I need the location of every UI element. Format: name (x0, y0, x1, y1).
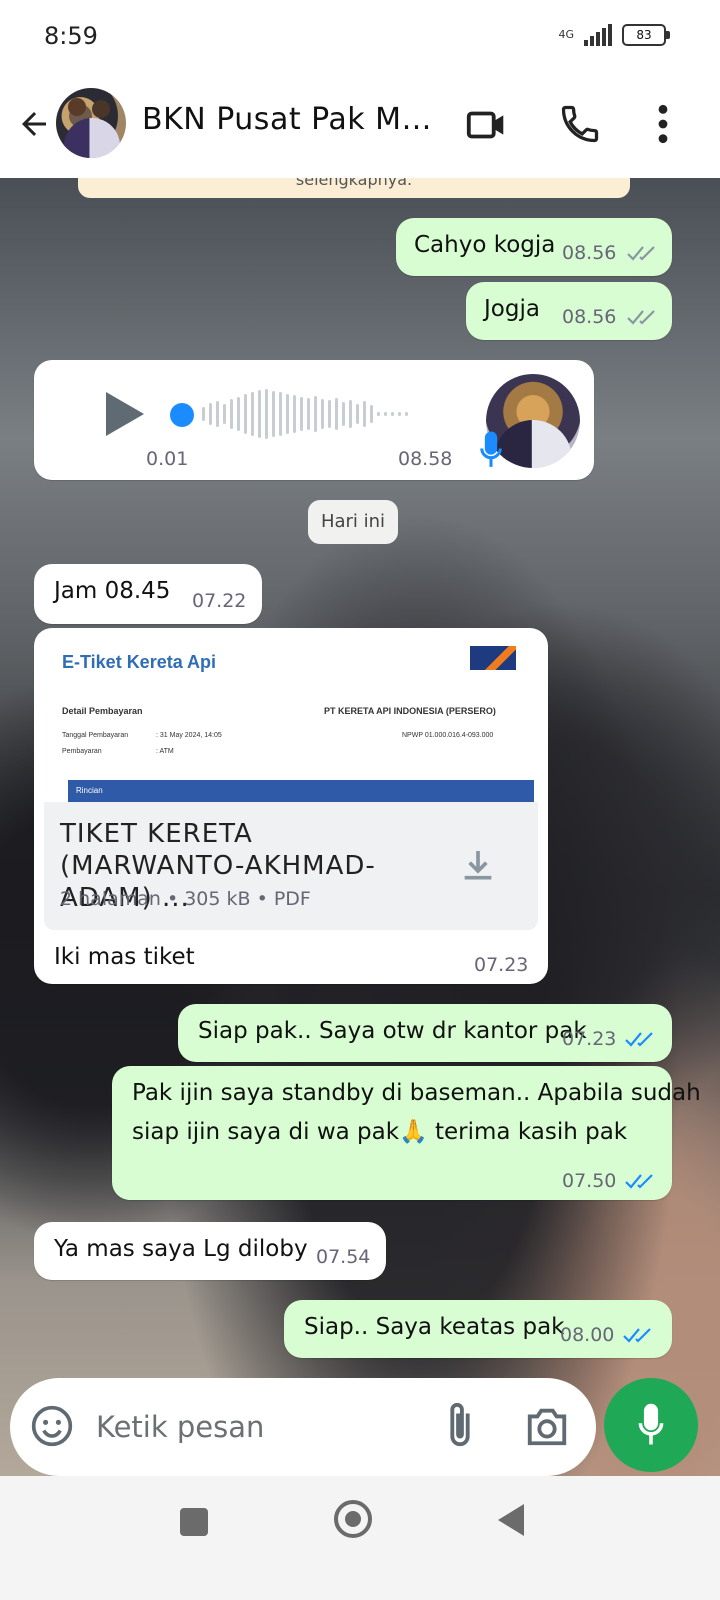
system-nav-bar (0, 1476, 720, 1600)
status-bar: 8:59 4G 83 (0, 0, 720, 78)
voice-duration: 0.01 (146, 448, 189, 470)
voice-record-button[interactable] (604, 1378, 698, 1472)
network-indicator: 4G (558, 28, 574, 41)
date-separator: Hari ini (308, 500, 398, 544)
kai-logo (470, 646, 516, 670)
message-text: Cahyo kogja (414, 232, 556, 258)
document-caption: Iki mas tiket (54, 944, 195, 970)
contact-name[interactable]: BKN Pusat Pak Ma... (142, 102, 442, 137)
video-call-icon[interactable] (464, 102, 510, 148)
contact-avatar[interactable] (56, 88, 126, 158)
more-vert-icon[interactable] (648, 102, 678, 146)
mic-icon (480, 431, 502, 467)
read-ticks-icon (625, 1174, 653, 1189)
voice-seek-handle[interactable] (170, 403, 194, 427)
read-ticks-icon (623, 1328, 651, 1343)
read-ticks-icon (627, 246, 655, 261)
voice-waveform[interactable] (202, 388, 408, 440)
message-input[interactable] (94, 1400, 418, 1454)
doc-preview-section: Detail Pembayaran (62, 706, 143, 716)
read-ticks-icon (625, 1032, 653, 1047)
message-outgoing[interactable]: Pak ijin saya standby di baseman.. Apabi… (112, 1066, 701, 1200)
play-icon[interactable] (106, 392, 144, 436)
download-icon[interactable] (458, 846, 498, 886)
message-time: 08.56 (562, 306, 617, 328)
doc-preview-rincian: Rincian (68, 780, 534, 802)
home-button[interactable] (334, 1500, 372, 1538)
doc-preview-company: PT KERETA API INDONESIA (PERSERO) (324, 706, 496, 716)
status-icons: 4G 83 (558, 24, 670, 46)
message-time: 08.56 (562, 242, 617, 264)
message-time: 07.22 (192, 590, 247, 612)
message-text-line2: siap ijin saya di wa pak🙏 terima kasih p… (132, 1119, 628, 1145)
message-text: Siap pak.. Saya otw dr kantor pak (198, 1018, 587, 1044)
message-time: 07.54 (316, 1246, 371, 1268)
message-outgoing[interactable]: Jogja 08.56 (466, 282, 672, 340)
message-document[interactable]: E-Tiket Kereta Api Detail Pembayaran PT … (34, 628, 548, 984)
message-text-line1: Pak ijin saya standby di baseman.. Apabi… (132, 1080, 701, 1106)
message-time: 07.50 (562, 1170, 617, 1192)
message-time: 07.23 (562, 1028, 617, 1050)
message-composer (10, 1378, 596, 1476)
attach-icon[interactable] (442, 1400, 478, 1450)
battery-icon: 83 (622, 24, 670, 46)
mic-icon (638, 1403, 664, 1445)
message-text: Ya mas saya Lg diloby (54, 1236, 308, 1262)
signal-icon (584, 24, 612, 46)
read-ticks-icon (627, 310, 655, 325)
message-text: Siap.. Saya keatas pak (304, 1314, 565, 1340)
doc-preview-tanggal-label: Tanggal Pembayaran (62, 732, 129, 739)
phone-icon[interactable] (558, 102, 602, 146)
chat-header: BKN Pusat Pak Ma... (0, 78, 720, 178)
doc-preview-pembayaran-value: : ATM (156, 748, 174, 755)
message-outgoing[interactable]: Siap.. Saya keatas pak 08.00 (284, 1300, 672, 1358)
emoji-icon[interactable] (30, 1404, 74, 1448)
back-button[interactable] (498, 1504, 524, 1536)
message-incoming[interactable]: Ya mas saya Lg diloby 07.54 (34, 1222, 386, 1280)
message-incoming[interactable]: Jam 08.45 07.22 (34, 564, 262, 624)
doc-preview-tanggal-value: : 31 May 2024, 14:05 (156, 732, 222, 739)
recents-button[interactable] (180, 1508, 208, 1536)
message-outgoing[interactable]: Cahyo kogja 08.56 (396, 218, 672, 276)
doc-preview-npwp: NPWP 01.000.016.4-093.000 (402, 732, 494, 739)
doc-preview-pembayaran-label: Pembayaran (62, 748, 102, 755)
message-time: 08.58 (398, 448, 453, 470)
message-time: 07.23 (474, 954, 529, 976)
info-banner[interactable]: selengkapnya. (78, 178, 630, 198)
message-time: 08.00 (560, 1324, 615, 1346)
doc-preview-title: E-Tiket Kereta Api (62, 652, 217, 672)
status-time: 8:59 (44, 22, 98, 50)
message-voice-note[interactable]: 0.01 08.58 (34, 360, 594, 480)
document-preview[interactable]: E-Tiket Kereta Api Detail Pembayaran PT … (44, 634, 538, 802)
message-text: Jogja (484, 296, 540, 322)
document-meta: 2 halaman • 305 kB • PDF (60, 888, 311, 910)
document-info[interactable]: TIKET KERETA (MARWANTO-AKHMAD-ADAM) ... … (44, 802, 538, 930)
camera-icon[interactable] (524, 1404, 570, 1448)
chat-area[interactable]: selengkapnya. Cahyo kogja 08.56 Jogja 08… (0, 178, 720, 1478)
message-outgoing[interactable]: Siap pak.. Saya otw dr kantor pak 07.23 (178, 1004, 672, 1062)
message-text: Jam 08.45 (54, 578, 171, 604)
back-arrow-icon[interactable] (16, 106, 52, 142)
